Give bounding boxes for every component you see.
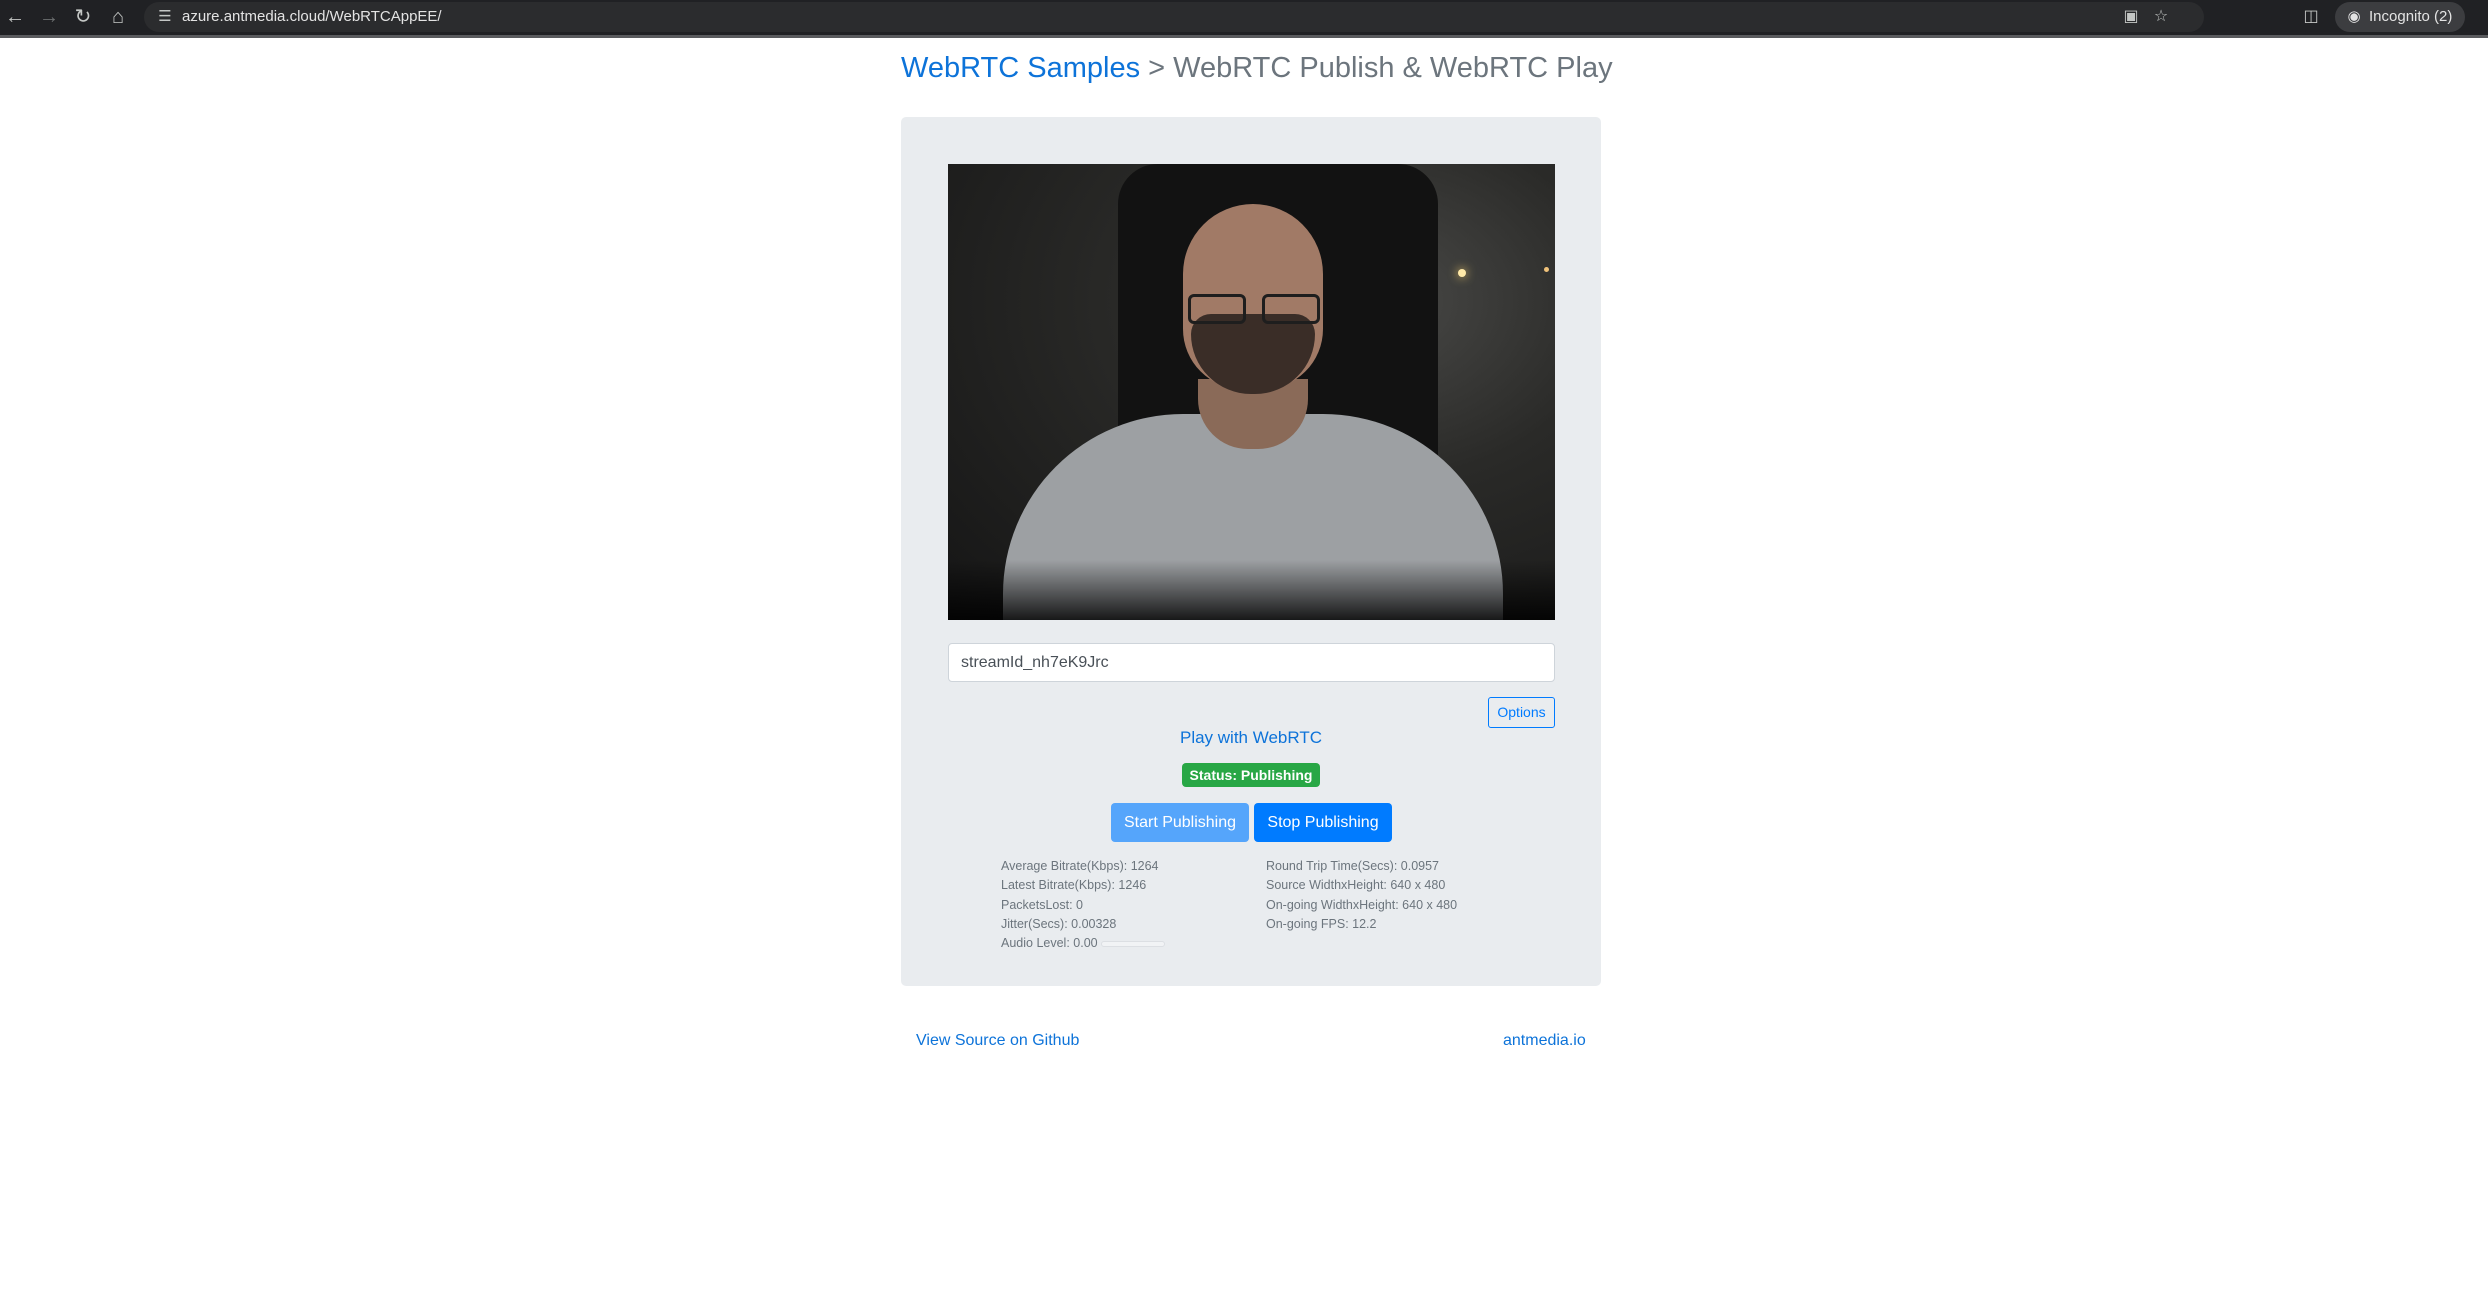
incognito-icon: ◉ [2347,8,2361,25]
view-source-github-link[interactable]: View Source on Github [916,1032,1079,1050]
webrtc-samples-link[interactable]: WebRTC Samples [901,52,1140,84]
round-trip-time: Round Trip Time(Secs): 0.0957 [1266,859,1439,873]
stop-publishing-button[interactable]: Stop Publishing [1254,803,1392,842]
incognito-button[interactable]: ◉ Incognito (2) [2335,2,2465,32]
publisher-card: Options Play with WebRTC Status: Publish… [901,117,1601,986]
back-arrow-icon[interactable]: ← [2,4,28,30]
page-title-rest: > WebRTC Publish & WebRTC Play [1140,52,1613,84]
stream-id-input[interactable] [948,643,1555,682]
source-size: Source WidthxHeight: 640 x 480 [1266,878,1446,893]
home-icon[interactable]: ⌂ [105,4,131,30]
play-with-webrtc-link: Play with WebRTC [901,728,1601,748]
status-badge: Status: Publishing [1182,763,1320,787]
audio-level-meter [1100,940,1165,947]
start-publishing-button[interactable]: Start Publishing [1111,803,1249,842]
toolbar-divider [0,35,2488,38]
address-url[interactable]: azure.antmedia.cloud/WebRTCAppEE/ [182,2,442,32]
browser-toolbar: ← → ↻ ⌂ ☰ azure.antmedia.cloud/WebRTCApp… [0,0,2488,35]
play-with-webrtc-anchor[interactable]: Play with WebRTC [1180,728,1322,747]
page-title: WebRTC Samples > WebRTC Publish & WebRTC… [901,52,1613,85]
forward-arrow-icon[interactable]: → [36,4,62,30]
audio-level: Audio Level: 0.00 [1001,936,1098,951]
latest-bitrate: Latest Bitrate(Kbps): 1246 [1001,878,1147,893]
address-bar[interactable]: ☰ azure.antmedia.cloud/WebRTCAppEE/ ▣ ☆ [144,2,2204,32]
camera-in-use-icon[interactable]: ▣ [2120,6,2142,28]
packets-lost: PacketsLost: 0 [1001,897,1083,912]
reload-icon[interactable]: ↻ [70,4,96,30]
incognito-label: Incognito (2) [2369,8,2453,25]
ongoing-size: On-going WidthxHeight: 640 x 480 [1266,897,1458,912]
stats-left: Average Bitrate(Kbps): 1264 Latest Bitra… [1001,857,1165,953]
ongoing-fps: On-going FPS: 12.2 [1266,916,1377,931]
site-settings-icon[interactable]: ☰ [154,6,176,28]
jitter: Jitter(Secs): 0.00328 [1001,916,1117,931]
side-panel-icon[interactable]: ◫ [2298,4,2324,30]
local-video-preview [948,164,1555,620]
stats-right: Round Trip Time(Secs): 0.0957 Source Wid… [1266,857,1457,934]
audio-level-row: Audio Level: 0.00 [1001,934,1165,953]
options-button[interactable]: Options [1488,697,1555,728]
average-bitrate: Average Bitrate(Kbps): 1264 [1001,859,1159,873]
bookmark-star-icon[interactable]: ☆ [2150,6,2172,28]
antmedia-link[interactable]: antmedia.io [1503,1032,1586,1050]
